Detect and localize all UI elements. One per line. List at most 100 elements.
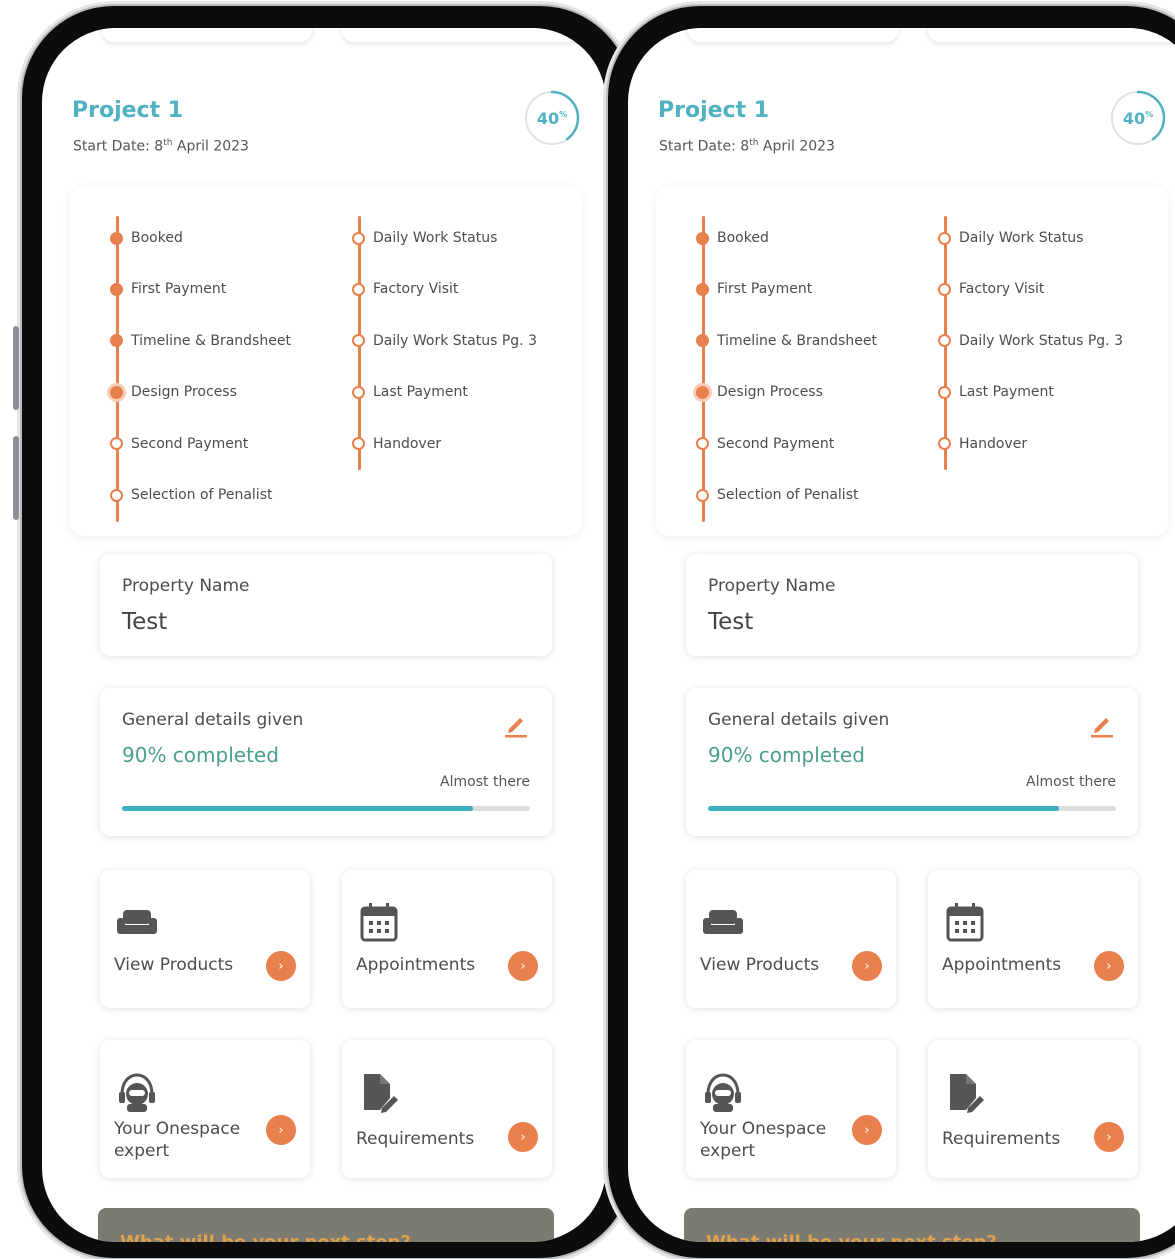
timeline-step: Booked	[110, 230, 183, 246]
timeline-step: Daily Work Status	[938, 230, 1083, 246]
timeline-step: Booked	[696, 230, 769, 246]
timeline-step-label: Design Process	[717, 384, 823, 401]
timeline-step-dot	[352, 334, 365, 348]
tab-card-stub	[928, 28, 1175, 42]
app-screen: Project 1 Start Date: 8th April 2023 40%…	[42, 28, 606, 1242]
chevron-right-icon[interactable]: ›	[266, 951, 296, 981]
timeline-step: Second Payment	[110, 436, 248, 452]
general-details-label: General details given	[122, 710, 304, 730]
timeline-step-dot	[110, 488, 123, 502]
volume-down-button	[13, 436, 19, 520]
edit-pencil-icon[interactable]	[502, 710, 530, 738]
timeline-step-dot	[352, 282, 365, 296]
timeline-step: Design Process	[696, 384, 823, 400]
phone-frame-right: Project 1 Start Date: 8th April 2023 40%…	[608, 6, 1175, 1258]
timeline-line	[702, 216, 705, 522]
general-details-progress-track	[708, 806, 1116, 811]
timeline-step-dot	[938, 385, 951, 399]
timeline-step: Second Payment	[696, 436, 834, 452]
timeline-step-dot	[696, 231, 709, 245]
timeline-step: Selection of Penalist	[110, 487, 272, 503]
edit-pencil-icon[interactable]	[1088, 710, 1116, 738]
timeline-card: Booked First Payment Timeline & Brandsheet…	[70, 186, 582, 536]
timeline-step: Timeline & Brandsheet	[110, 333, 291, 349]
support-agent-icon	[705, 1073, 741, 1112]
timeline-step-label: Booked	[131, 230, 183, 246]
view-products-label: View Products	[114, 955, 234, 975]
timeline-step-dot	[938, 282, 951, 296]
general-details-note: Almost there	[440, 774, 530, 790]
timeline-step-label: Last Payment	[959, 384, 1054, 401]
timeline-step-label: Second Payment	[131, 435, 249, 452]
property-value: Test	[122, 609, 168, 635]
appointments-tile[interactable]: Appointments ›	[928, 870, 1138, 1008]
app-screen: Project 1 Start Date: 8th April 2023 40%…	[628, 28, 1175, 1242]
general-details-progress-track	[122, 806, 530, 811]
timeline-step-dot	[696, 334, 709, 348]
document-edit-icon	[364, 1074, 398, 1113]
chevron-right-icon[interactable]: ›	[266, 1115, 296, 1145]
onespace-expert-tile[interactable]: Your Onespace expert ›	[100, 1040, 310, 1178]
requirements-tile[interactable]: Requirements ›	[928, 1040, 1138, 1178]
timeline-step: Daily Work Status Pg. 3	[352, 333, 537, 349]
timeline-step-dot	[696, 385, 709, 399]
volume-up-button	[13, 326, 19, 410]
sofa-icon	[703, 910, 743, 934]
phone-frame-left: Project 1 Start Date: 8th April 2023 40%…	[13, 6, 632, 1258]
property-label: Property Name	[122, 576, 250, 596]
chevron-right-icon[interactable]: ›	[508, 1122, 538, 1152]
chevron-right-icon[interactable]: ›	[508, 951, 538, 981]
general-details-label: General details given	[708, 710, 890, 730]
timeline-line	[116, 216, 119, 522]
timeline-step-dot	[938, 231, 951, 245]
chevron-right-icon[interactable]: ›	[852, 951, 882, 981]
timeline-step-label: Selection of Penalist	[131, 487, 273, 503]
calendar-icon	[946, 903, 984, 942]
chevron-right-icon[interactable]: ›	[1094, 1122, 1124, 1152]
property-label: Property Name	[708, 576, 836, 596]
timeline-step-label: Daily Work Status	[959, 230, 1084, 246]
requirements-label: Requirements	[356, 1129, 475, 1149]
timeline-step: Last Payment	[352, 384, 468, 400]
timeline-step-label: Factory Visit	[959, 281, 1045, 298]
property-card[interactable]: Property Name Test	[100, 554, 552, 656]
timeline-step: Factory Visit	[352, 281, 458, 297]
property-card[interactable]: Property Name Test	[686, 554, 1138, 656]
timeline-step-dot	[938, 437, 951, 451]
project-title: Project 1	[658, 98, 770, 123]
timeline-step-label: First Payment	[131, 281, 227, 298]
chevron-right-icon[interactable]: ›	[852, 1115, 882, 1145]
general-details-progress-fill	[122, 806, 473, 811]
start-date: Start Date: 8th April 2023	[659, 138, 835, 155]
general-details-progress-fill	[708, 806, 1059, 811]
view-products-tile[interactable]: View Products ›	[100, 870, 310, 1008]
progress-percent: 40%	[1122, 108, 1154, 128]
next-step-banner[interactable]: What will be your next step?	[98, 1208, 554, 1242]
view-products-tile[interactable]: View Products ›	[686, 870, 896, 1008]
timeline-step-dot	[110, 282, 123, 296]
onespace-expert-tile[interactable]: Your Onespace expert ›	[686, 1040, 896, 1178]
timeline-step-dot	[696, 488, 709, 502]
timeline-step-dot	[110, 385, 123, 399]
view-products-label: View Products	[700, 955, 820, 975]
calendar-icon	[360, 903, 398, 942]
timeline-step-label: Daily Work Status Pg. 3	[959, 332, 1123, 349]
timeline-step: First Payment	[110, 281, 226, 297]
timeline-step-label: Factory Visit	[373, 281, 459, 298]
appointments-tile[interactable]: Appointments ›	[342, 870, 552, 1008]
next-step-banner[interactable]: What will be your next step?	[684, 1208, 1140, 1242]
general-details-card: General details given 90% completed Almo…	[100, 688, 552, 836]
timeline-step: Handover	[352, 436, 441, 452]
general-details-completion: 90% completed	[122, 743, 279, 767]
chevron-right-icon[interactable]: ›	[1094, 951, 1124, 981]
timeline-step: First Payment	[696, 281, 812, 297]
timeline-step-label: Handover	[959, 435, 1028, 452]
timeline-step-label: Selection of Penalist	[717, 487, 859, 503]
appointments-label: Appointments	[356, 955, 476, 975]
support-agent-icon	[119, 1073, 155, 1112]
tab-card-stub	[102, 28, 312, 42]
timeline-step-dot	[110, 437, 123, 451]
timeline-step: Timeline & Brandsheet	[696, 333, 877, 349]
requirements-tile[interactable]: Requirements ›	[342, 1040, 552, 1178]
timeline-step-dot	[696, 437, 709, 451]
